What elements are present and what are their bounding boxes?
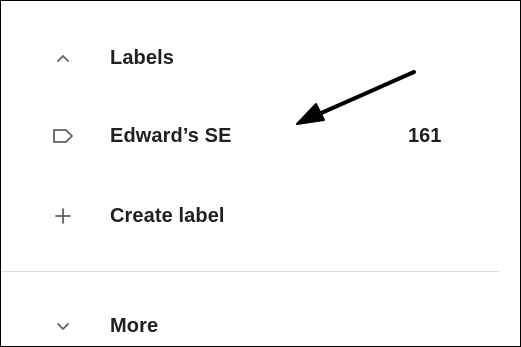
annotation-arrow-icon [296,70,416,125]
gmail-sidebar-panel: Labels Edward’s SE 161 Create label More [0,0,521,347]
